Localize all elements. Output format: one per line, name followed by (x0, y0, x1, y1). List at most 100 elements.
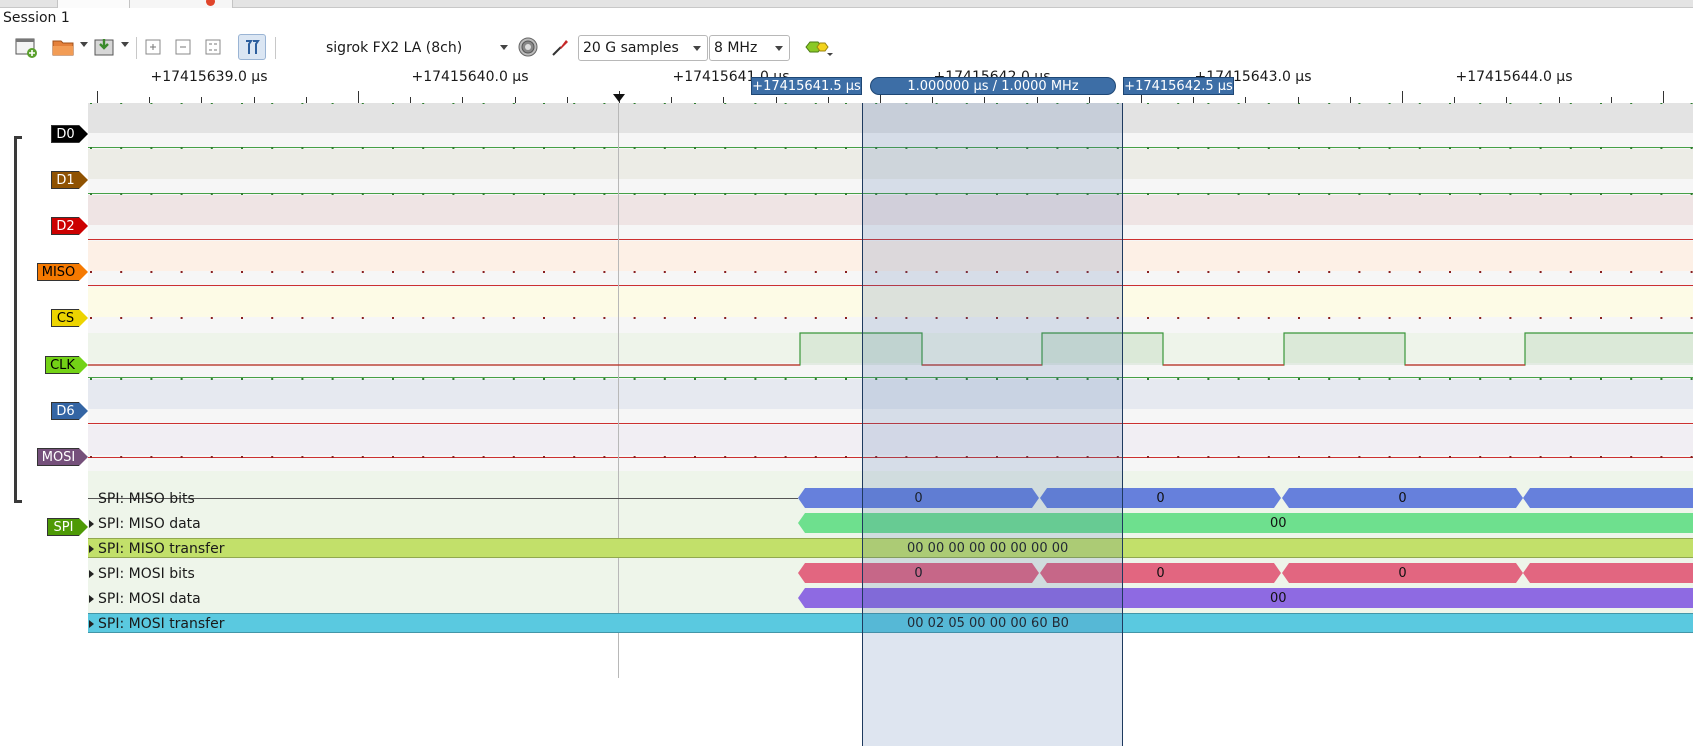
time-ruler[interactable]: +17415639.0 µs +17415640.0 µs +17415641.… (88, 66, 1693, 103)
channel-label-d1[interactable]: D1 (51, 171, 88, 189)
decoder-row-label[interactable]: SPI: MISO bits (89, 489, 195, 509)
sample-dot (1509, 193, 1512, 195)
sample-dot (543, 103, 545, 104)
annotation-bit[interactable]: 0 (1282, 563, 1523, 583)
sample-dot (1418, 103, 1421, 104)
cursor-selection-region[interactable] (862, 103, 1123, 746)
channel-label-miso[interactable]: MISO (37, 263, 88, 281)
sample-dot (180, 103, 183, 104)
sample-dot (120, 378, 123, 380)
sample-dot (301, 147, 304, 149)
sample-dot (1298, 147, 1300, 149)
decoder-row-label[interactable]: SPI: MOSI bits (89, 564, 195, 584)
zoom-out-button[interactable] (169, 34, 197, 60)
decoder-row-label[interactable]: SPI: MOSI data (89, 589, 201, 609)
expand-arrow-icon[interactable] (89, 570, 94, 578)
sample-dot (1418, 193, 1421, 195)
channel-label-d2[interactable]: D2 (51, 217, 88, 235)
sample-dot (150, 103, 153, 104)
tab-new[interactable] (130, 0, 233, 8)
open-button[interactable] (49, 34, 77, 60)
sample-dot (241, 456, 243, 458)
tab-previous[interactable] (0, 0, 58, 8)
expand-arrow-icon[interactable] (89, 545, 94, 553)
sample-dot (1660, 103, 1663, 104)
device-selector[interactable]: sigrok FX2 LA (8ch) (326, 35, 512, 61)
clk-high-fill (1284, 333, 1405, 365)
sample-dot (603, 378, 606, 380)
sample-dot (1569, 271, 1572, 273)
add-decoder-button[interactable] (801, 34, 835, 60)
samplerate-value: 8 MHz (714, 40, 758, 56)
channel-label-cs[interactable]: CS (51, 309, 88, 327)
sample-dot (694, 456, 696, 458)
cursor-left-flag[interactable]: +17415641.5 µs (751, 77, 862, 95)
sample-dot (573, 193, 576, 195)
sample-dot (1660, 456, 1663, 458)
channel-label-mosi[interactable]: MOSI (37, 448, 88, 466)
sample-dot (392, 103, 394, 104)
sample-dot (1237, 147, 1240, 149)
zoom-in-button[interactable] (139, 34, 167, 60)
channel-label-d0[interactable]: D0 (51, 125, 88, 143)
sample-dot (422, 378, 425, 380)
channel-label-d6[interactable]: D6 (51, 402, 88, 420)
sample-dot (845, 378, 847, 380)
annotation-bit[interactable]: 0 (1282, 488, 1523, 508)
cursor-right-flag[interactable]: +17415642.5 µs (1123, 77, 1234, 95)
open-dropdown-arrow-icon[interactable] (80, 42, 88, 47)
trace-view[interactable]: 0 0 0 00 00 00 00 00 00 00 00 00 0 0 0 00 00 02 0… (88, 103, 1693, 746)
decoder-row-label[interactable]: SPI: MISO transfer (89, 539, 224, 559)
sample-dot (1147, 147, 1149, 149)
sample-dot (1207, 193, 1210, 195)
tab-session-1[interactable] (58, 0, 130, 8)
sample-dot (180, 456, 183, 458)
sample-dot (1539, 317, 1542, 319)
sample-dot (90, 378, 92, 380)
sample-count-select[interactable]: 20 G samples (578, 35, 708, 61)
sample-dot (180, 378, 183, 380)
device-config-button[interactable] (514, 34, 542, 60)
sample-dot (1177, 456, 1180, 458)
annotation-bit[interactable] (1523, 488, 1693, 508)
sample-dot (845, 103, 847, 104)
cursor-width-flag[interactable]: 1.000000 µs / 1.0000 MHz (870, 77, 1116, 95)
sample-dot (180, 147, 183, 149)
annotation-text: 0 (1156, 490, 1165, 506)
sample-dot (1328, 103, 1331, 104)
ruler-tick (97, 91, 98, 103)
show-cursors-button[interactable] (238, 34, 266, 60)
channel-label-clk[interactable]: CLK (45, 356, 88, 374)
sample-dot (1298, 193, 1300, 195)
trigger-marker-icon[interactable] (613, 94, 625, 102)
probe-config-button[interactable] (546, 34, 574, 60)
decoder-label-spi[interactable]: SPI (47, 518, 88, 536)
annotation-bit[interactable] (1523, 563, 1693, 583)
sample-dot (1207, 147, 1210, 149)
expand-arrow-icon[interactable] (89, 620, 94, 628)
sample-dot (1690, 147, 1693, 149)
sample-dot (1207, 456, 1210, 458)
sample-dot (1569, 193, 1572, 195)
sample-dot (210, 378, 213, 380)
annotation-text: 00 (1270, 515, 1287, 531)
sample-dot (724, 271, 727, 273)
decoder-row-label[interactable]: SPI: MOSI transfer (89, 614, 224, 634)
save-dropdown-arrow-icon[interactable] (121, 42, 129, 47)
samplerate-select[interactable]: 8 MHz (709, 35, 790, 61)
sample-dot (814, 456, 817, 458)
sample-dot (1267, 378, 1270, 380)
expand-arrow-icon[interactable] (89, 595, 94, 603)
sample-dot (633, 147, 636, 149)
cursors-icon (246, 40, 260, 54)
expand-arrow-icon[interactable] (89, 520, 94, 528)
new-view-button[interactable] (12, 34, 40, 60)
decoder-row-label[interactable]: SPI: MISO data (89, 514, 201, 534)
ruler-label: +17415644.0 µs (1455, 69, 1573, 85)
save-button[interactable] (90, 34, 118, 60)
decoder-row-label-text: SPI: MOSI data (98, 591, 201, 607)
sample-dot (1569, 317, 1572, 319)
zoom-fit-button[interactable] (199, 34, 227, 60)
sample-dot (1600, 317, 1602, 319)
sample-dot (1660, 317, 1663, 319)
